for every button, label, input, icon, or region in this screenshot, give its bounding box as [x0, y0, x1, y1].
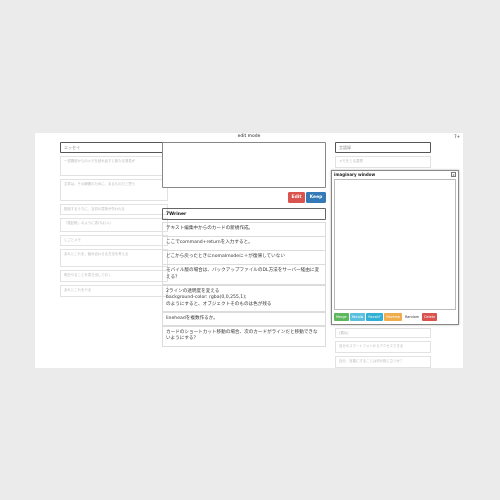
close-icon[interactable]: x [451, 172, 456, 177]
card[interactable]: 2ラインの透明度を変える background-color: rgba(0,0,… [162, 284, 326, 312]
imaginary-window-title: imaginary window [334, 172, 376, 177]
edit-button[interactable]: Edit [288, 192, 305, 203]
card[interactable]: あれとこれをやる [60, 285, 168, 297]
random-button[interactable]: Random [403, 313, 422, 321]
keep-button[interactable]: Keep [306, 192, 326, 203]
card[interactable]: 明日やることを書き出しておく [60, 270, 168, 282]
app-screen: edit mode 7+ エッセイ 一週間前からのメモを読み返すと新たな発見が文… [35, 133, 463, 368]
card[interactable]: 文章は、その瞬間のために、あるものだと思う [60, 179, 168, 201]
card[interactable]: しごとメモ [60, 235, 168, 246]
imaginary-window-body[interactable] [334, 179, 456, 310]
card[interactable]: 推敲するうちに、当初の意味が失われる [60, 204, 168, 215]
right-search-input[interactable]: 言語録 [335, 142, 431, 153]
corner-label: 7+ [454, 134, 460, 139]
merge-button[interactable]: Merge [334, 313, 349, 321]
card[interactable]: あれとこれを、組み合わせる方法を考える [60, 249, 168, 267]
card[interactable]: カードのショートカット移動の場合、次のカードがラインだと移動できないようにする？ [162, 325, 326, 347]
title-input[interactable]: 7Wriner [162, 208, 326, 220]
left-card-list: 一週間前からのメモを読み返すと新たな発見が 文章は、その瞬間のために、あるものだと… [60, 156, 168, 297]
card[interactable]: モバイル版の場合は、バックアップファイルのDL方法をサーバー経由に変える？ [162, 264, 326, 285]
delete-button[interactable]: Delete [422, 313, 438, 321]
imaginary-window[interactable]: imaginary window x Merge Recall▸ Recall↑ Re… [331, 170, 459, 325]
card[interactable]: lineheadを複数作るか。 [162, 311, 326, 326]
card[interactable]: テキスト編集中からのカードの新規作成。 [162, 222, 326, 237]
main-card-list: テキスト編集中からのカードの新規作成。 ここでcommand+returnを入力す… [162, 222, 326, 347]
window-title: edit mode [237, 134, 261, 139]
recall-button[interactable]: Recall▸ [349, 313, 366, 321]
card[interactable]: 自分のスマートフォンからアクセスできる [335, 341, 431, 353]
reverse-button[interactable]: Reverse [384, 313, 403, 321]
card[interactable]: 一週間前からのメモを読み返すと新たな発見が [60, 156, 168, 176]
card[interactable]: 自分、言葉にすることは何の役に立つか？ [335, 356, 431, 368]
editor-textarea[interactable] [162, 142, 326, 188]
left-column: エッセイ 一週間前からのメモを読み返すと新たな発見が 文章は、その瞬間のために、あ… [60, 142, 168, 297]
imaginary-window-button-bar: Merge Recall▸ Recall↑ Reverse Random Delete [334, 313, 438, 322]
recall-button[interactable]: Recall↑ [366, 313, 384, 321]
card[interactable]: どこから戻ったときにnomalmodeに＋が復帰していない [162, 250, 326, 265]
left-search-input[interactable]: エッセイ [60, 142, 168, 153]
card[interactable]: メモをとる習慣 [335, 156, 431, 168]
card[interactable]: ここでcommand+returnを入力すると。 [162, 236, 326, 251]
card[interactable]: [類似] [335, 328, 431, 338]
card[interactable]: 「雑記帳」のように書けばいい [60, 218, 168, 232]
